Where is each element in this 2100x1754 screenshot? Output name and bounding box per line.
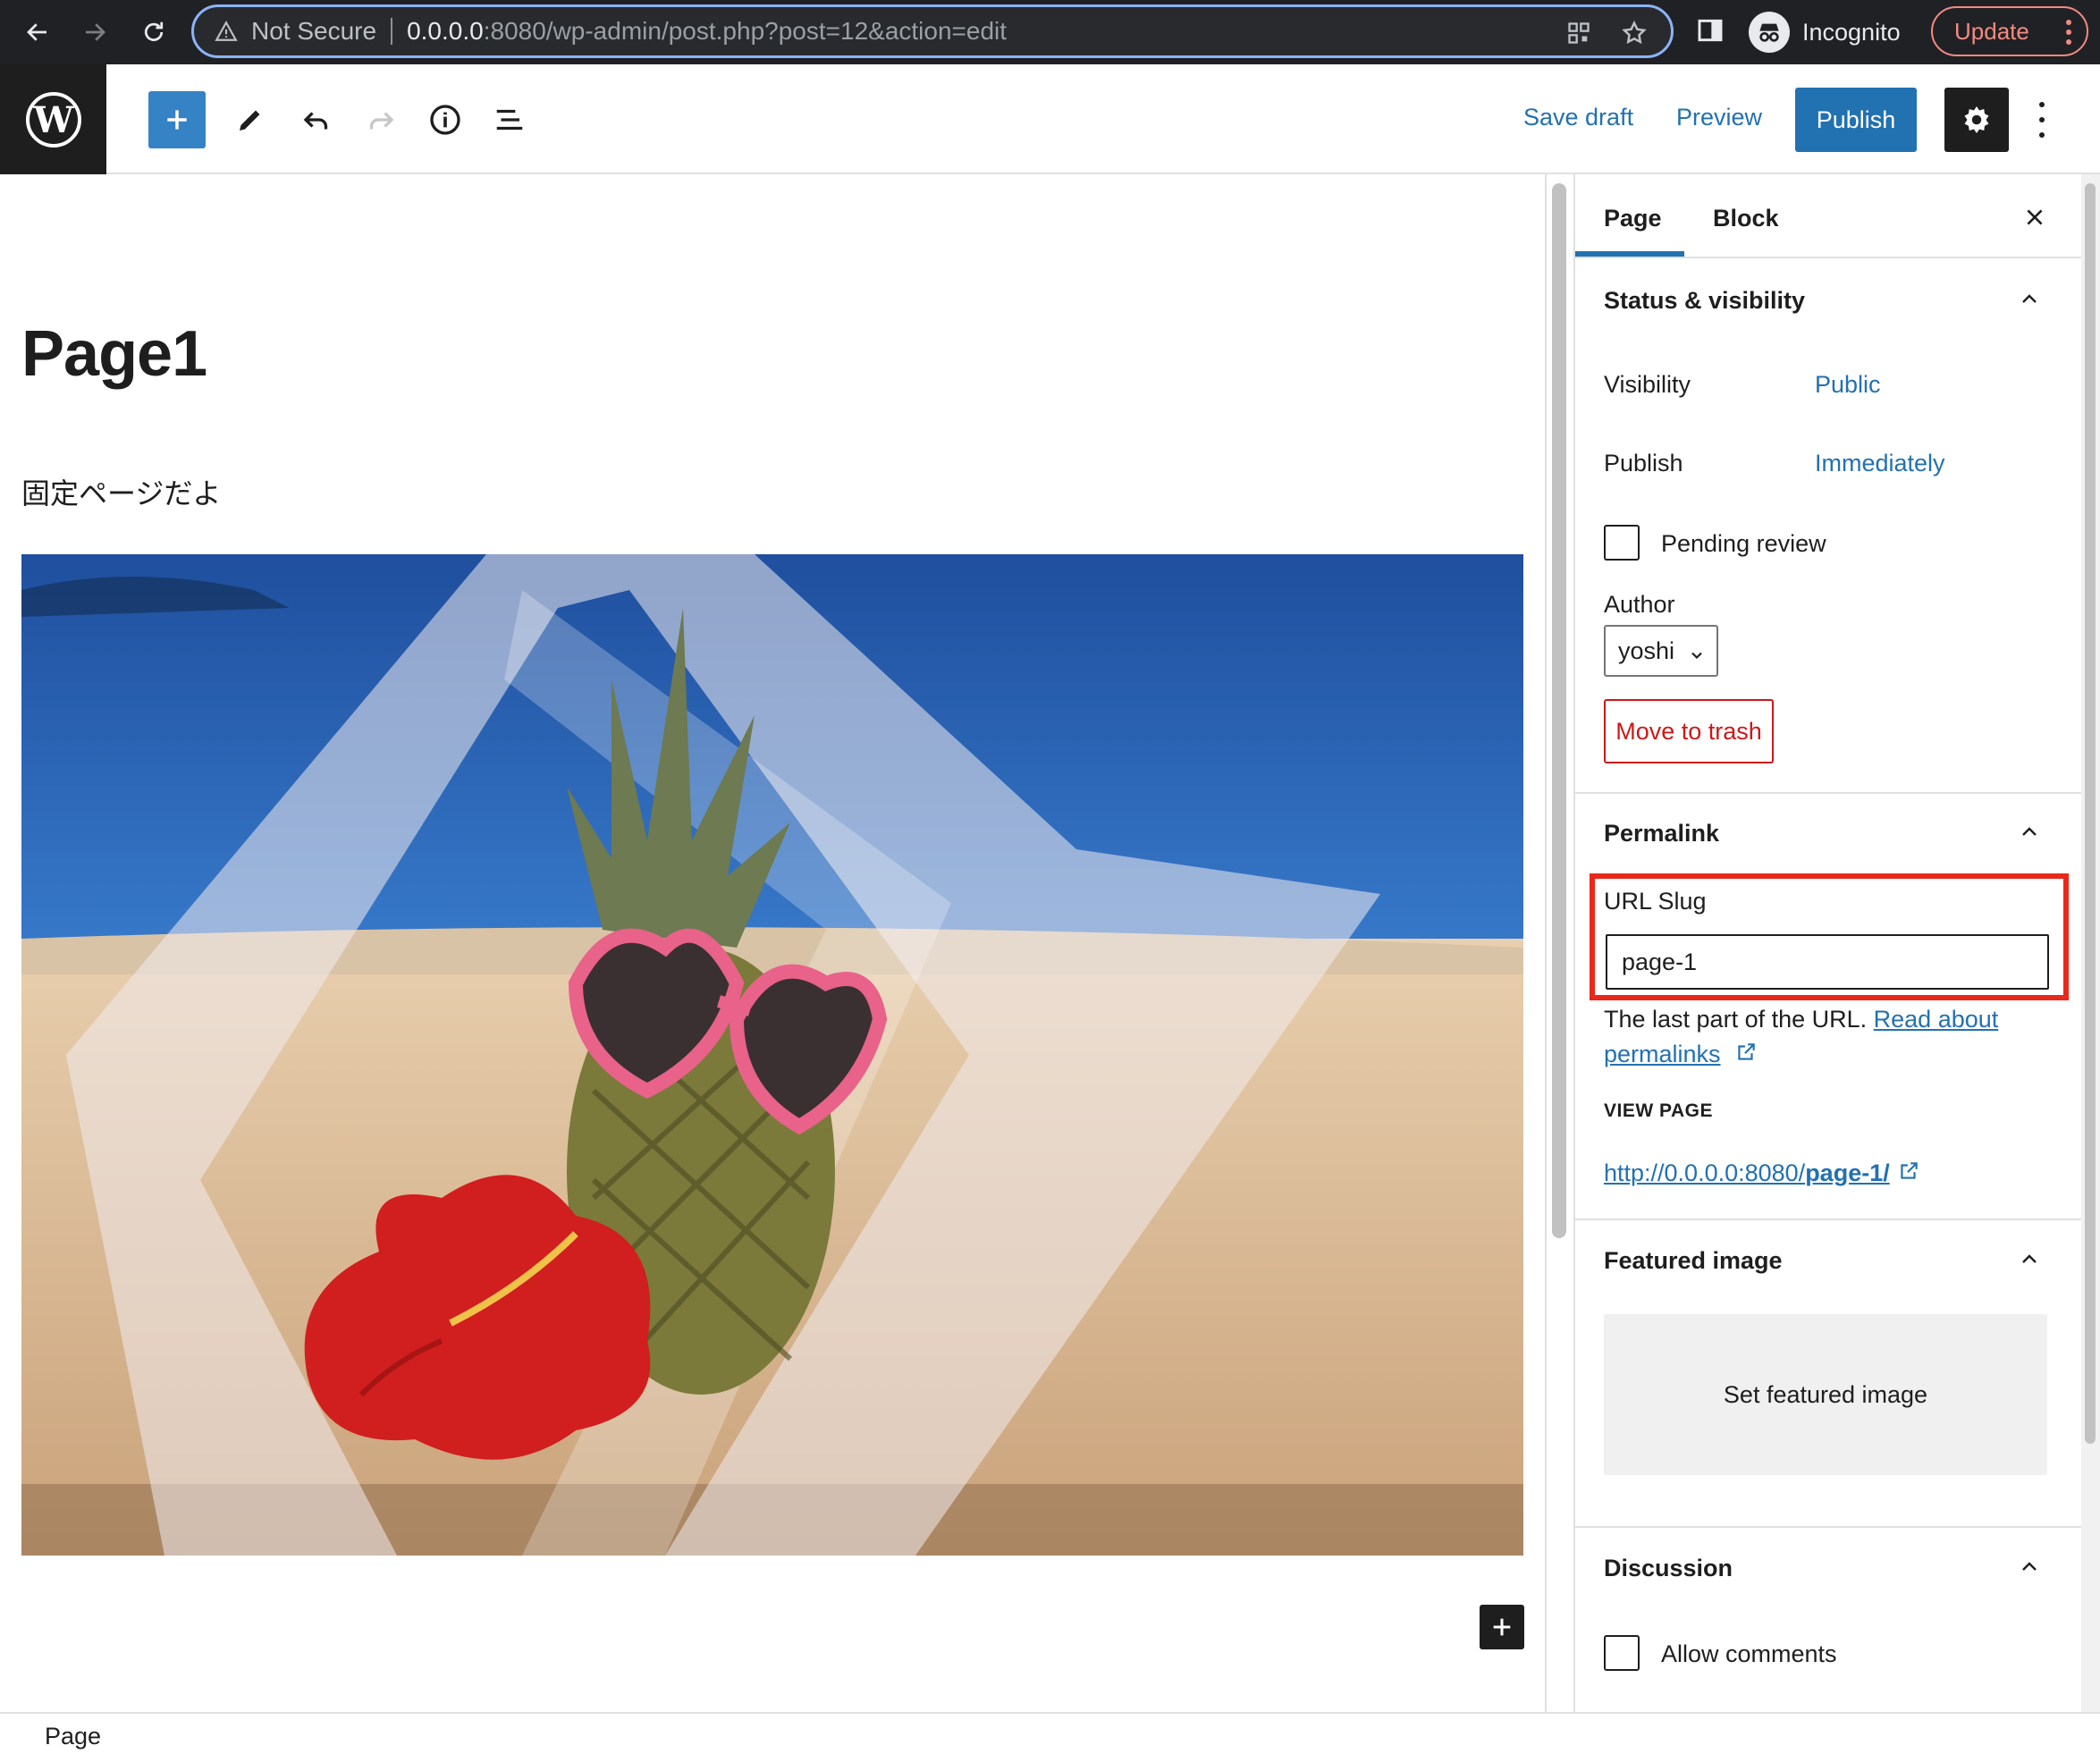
- image-block[interactable]: [21, 554, 1523, 1556]
- options-menu-icon[interactable]: [2029, 102, 2054, 138]
- back-arrow-icon[interactable]: [18, 13, 57, 52]
- chevron-up-icon[interactable]: [2013, 283, 2045, 316]
- sidebar-tabs: Page Block: [1575, 174, 2081, 258]
- external-link-icon: [1734, 1039, 1758, 1074]
- incognito-icon: [1749, 12, 1790, 53]
- view-page-url-slug: page-1/: [1805, 1159, 1890, 1186]
- details-info-icon[interactable]: [417, 91, 474, 148]
- preview-button[interactable]: Preview: [1676, 104, 1762, 131]
- tab-block[interactable]: Block: [1713, 205, 1779, 232]
- status-visibility-title[interactable]: Status & visibility: [1604, 287, 1805, 315]
- undo-icon[interactable]: [288, 91, 345, 148]
- sidebar-scrollbar[interactable]: [2081, 174, 2100, 1712]
- settings-sidebar: Page Block Status & visibility Visibilit…: [1573, 174, 2081, 1712]
- security-label: Not Secure: [251, 17, 377, 45]
- add-block-button[interactable]: [148, 91, 206, 148]
- address-bar[interactable]: Not Secure 0.0.0.0:8080/wp-admin/post.ph…: [191, 4, 1674, 58]
- pending-review-checkbox[interactable]: [1604, 525, 1640, 561]
- editor-canvas: Page1 固定ページだよ: [0, 174, 1545, 1712]
- tab-page[interactable]: Page: [1604, 205, 1662, 232]
- save-draft-button[interactable]: Save draft: [1523, 104, 1633, 131]
- divider: [1575, 1219, 2081, 1220]
- scrollbar-thumb[interactable]: [2085, 183, 2096, 1444]
- browser-toolbar: Not Secure 0.0.0.0:8080/wp-admin/post.ph…: [0, 0, 2100, 64]
- view-page-heading: VIEW PAGE: [1604, 1100, 1713, 1121]
- edit-pencil-icon[interactable]: [222, 91, 279, 148]
- move-to-trash-button[interactable]: Move to trash: [1604, 699, 1774, 763]
- bookmark-star-icon[interactable]: [1619, 18, 1649, 48]
- publish-button[interactable]: Publish: [1795, 88, 1917, 152]
- qr-code-icon[interactable]: [1564, 18, 1594, 48]
- divider: [1575, 792, 2081, 794]
- forward-arrow-icon[interactable]: [75, 13, 114, 52]
- settings-gear-icon[interactable]: [1944, 88, 2009, 152]
- view-page-link[interactable]: http://0.0.0.0:8080/page-1/: [1604, 1159, 1920, 1189]
- redo-icon[interactable]: [352, 91, 409, 148]
- paragraph-block[interactable]: 固定ページだよ: [21, 471, 221, 512]
- discussion-title[interactable]: Discussion: [1604, 1555, 1733, 1582]
- update-button[interactable]: Update: [1931, 6, 2088, 56]
- help-text: The last part of the URL.: [1604, 1006, 1868, 1033]
- more-vertical-icon: [2065, 19, 2072, 46]
- url-slug-value: page-1: [1622, 948, 1698, 975]
- svg-text:W: W: [32, 99, 74, 141]
- visibility-value-button[interactable]: Public: [1815, 371, 1881, 399]
- url-slug-input[interactable]: page-1: [1606, 934, 2049, 990]
- reload-icon[interactable]: [134, 13, 173, 52]
- author-label: Author: [1604, 591, 1675, 618]
- set-featured-image-button[interactable]: Set featured image: [1604, 1314, 2047, 1475]
- chevron-up-icon[interactable]: [2013, 816, 2045, 848]
- update-label: Update: [1954, 17, 2029, 45]
- editor-scrollbar[interactable]: [1552, 183, 1566, 1238]
- author-select[interactable]: yoshi: [1604, 625, 1718, 677]
- block-inserter-button[interactable]: [1480, 1605, 1524, 1649]
- profile-label: Incognito: [1802, 18, 1901, 46]
- permalink-title[interactable]: Permalink: [1604, 820, 1719, 847]
- page-title[interactable]: Page1: [21, 317, 207, 391]
- warning-icon: [212, 17, 240, 46]
- wordpress-logo-icon[interactable]: W: [0, 64, 106, 174]
- featured-image-title[interactable]: Featured image: [1604, 1247, 1783, 1275]
- url-host: 0.0.0.0: [407, 17, 484, 45]
- allow-comments-label: Allow comments: [1661, 1640, 1837, 1667]
- allow-comments-checkbox[interactable]: [1604, 1635, 1640, 1671]
- divider: [1575, 1526, 2081, 1528]
- chevron-up-icon[interactable]: [2013, 1551, 2045, 1583]
- visibility-label: Visibility: [1604, 371, 1691, 398]
- view-page-url-prefix: http://0.0.0.0:8080/: [1604, 1159, 1806, 1186]
- url-slug-label: URL Slug: [1604, 888, 1707, 915]
- side-panel-icon[interactable]: [1696, 16, 1728, 48]
- read-about-link[interactable]: Read about: [1874, 1006, 1999, 1033]
- editor-header: W Save draft Preview Publish: [0, 64, 2100, 174]
- chevron-down-icon: [1688, 643, 1706, 670]
- permalink-help: The last part of the URL. Read about per…: [1604, 1002, 2051, 1074]
- publish-label: Publish: [1604, 450, 1683, 476]
- list-view-icon[interactable]: [481, 91, 538, 148]
- chevron-up-icon[interactable]: [2013, 1244, 2045, 1276]
- breadcrumb[interactable]: Page: [45, 1723, 101, 1750]
- pending-review-label: Pending review: [1661, 530, 1826, 557]
- publish-date-button[interactable]: Immediately: [1815, 450, 1945, 477]
- url-path: :8080/wp-admin/post.php?post=12&action=e…: [483, 17, 1008, 45]
- permalinks-link[interactable]: permalinks: [1604, 1041, 1721, 1067]
- divider: [391, 18, 393, 45]
- active-tab-indicator: [1575, 251, 1684, 257]
- external-link-icon: [1897, 1159, 1920, 1189]
- close-icon[interactable]: [2019, 201, 2051, 233]
- author-value: yoshi: [1618, 637, 1675, 664]
- block-breadcrumb-bar: Page: [0, 1712, 2100, 1754]
- incognito-profile[interactable]: Incognito: [1749, 9, 1901, 55]
- divider: [1545, 174, 1547, 1712]
